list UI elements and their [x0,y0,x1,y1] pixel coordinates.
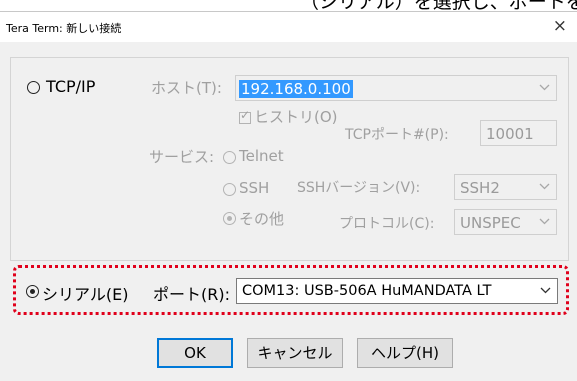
ssh-version-combobox[interactable]: SSH2 [454,174,557,200]
close-icon[interactable]: × [553,16,567,36]
ssh-version-label: SSHバージョン(V): [297,180,421,196]
other-label: その他 [239,210,285,228]
background-caption: （シリアル）を選択し、ポートを選 [300,0,577,11]
ssh-label: SSH [239,179,270,197]
service-label: サービス: [149,148,215,166]
port-combobox[interactable]: COM13: USB-506A HuMANDATA LT [236,278,558,304]
tcpip-radio[interactable] [27,81,40,94]
protocol-label: プロトコル(C): [339,216,435,232]
protocol-combobox[interactable]: UNSPEC [454,209,557,235]
tcp-port-value: 10001 [486,125,534,143]
ssh-radio[interactable] [223,183,236,196]
telnet-label: Telnet [239,147,284,165]
protocol-value: UNSPEC [460,214,521,232]
tcpip-group: TCP/IP ホスト(T): 192.168.0.100 ✓ ヒストリ(O) サ… [10,57,569,261]
port-value: COM13: USB-506A HuMANDATA LT [242,283,492,299]
chevron-down-icon[interactable] [539,181,550,192]
host-combobox[interactable]: 192.168.0.100 [235,75,557,101]
history-checkbox[interactable]: ✓ [239,108,251,124]
new-connection-dialog: Tera Term: 新しい接続 × TCP/IP ホスト(T): 192.16… [0,11,577,381]
ok-button[interactable]: OK [157,338,233,368]
background-caption-strip: （シリアル）を選択し、ポートを選 [0,0,577,11]
ssh-version-value: SSH2 [460,179,500,197]
host-value: 192.168.0.100 [239,80,353,98]
title-bar: Tera Term: 新しい接続 × [0,12,577,42]
host-label: ホスト(T): [151,79,222,97]
cancel-button[interactable]: キャンセル [247,338,343,368]
tcpip-radio-label[interactable]: TCP/IP [46,77,95,96]
telnet-radio[interactable] [223,151,236,164]
tcp-port-label: TCPポート#(P): [345,127,449,143]
port-label: ポート(R): [153,285,230,304]
window-title: Tera Term: 新しい接続 [6,22,122,35]
chevron-down-icon[interactable] [539,216,550,227]
help-button[interactable]: ヘルプ(H) [357,338,453,368]
history-label: ヒストリ(O) [254,108,338,126]
serial-radio[interactable] [26,285,39,298]
chevron-down-icon[interactable] [540,285,551,296]
tcp-port-input[interactable]: 10001 [480,120,557,146]
other-radio[interactable] [223,212,236,225]
chevron-down-icon[interactable] [539,82,550,93]
serial-radio-label[interactable]: シリアル(E) [42,281,128,305]
